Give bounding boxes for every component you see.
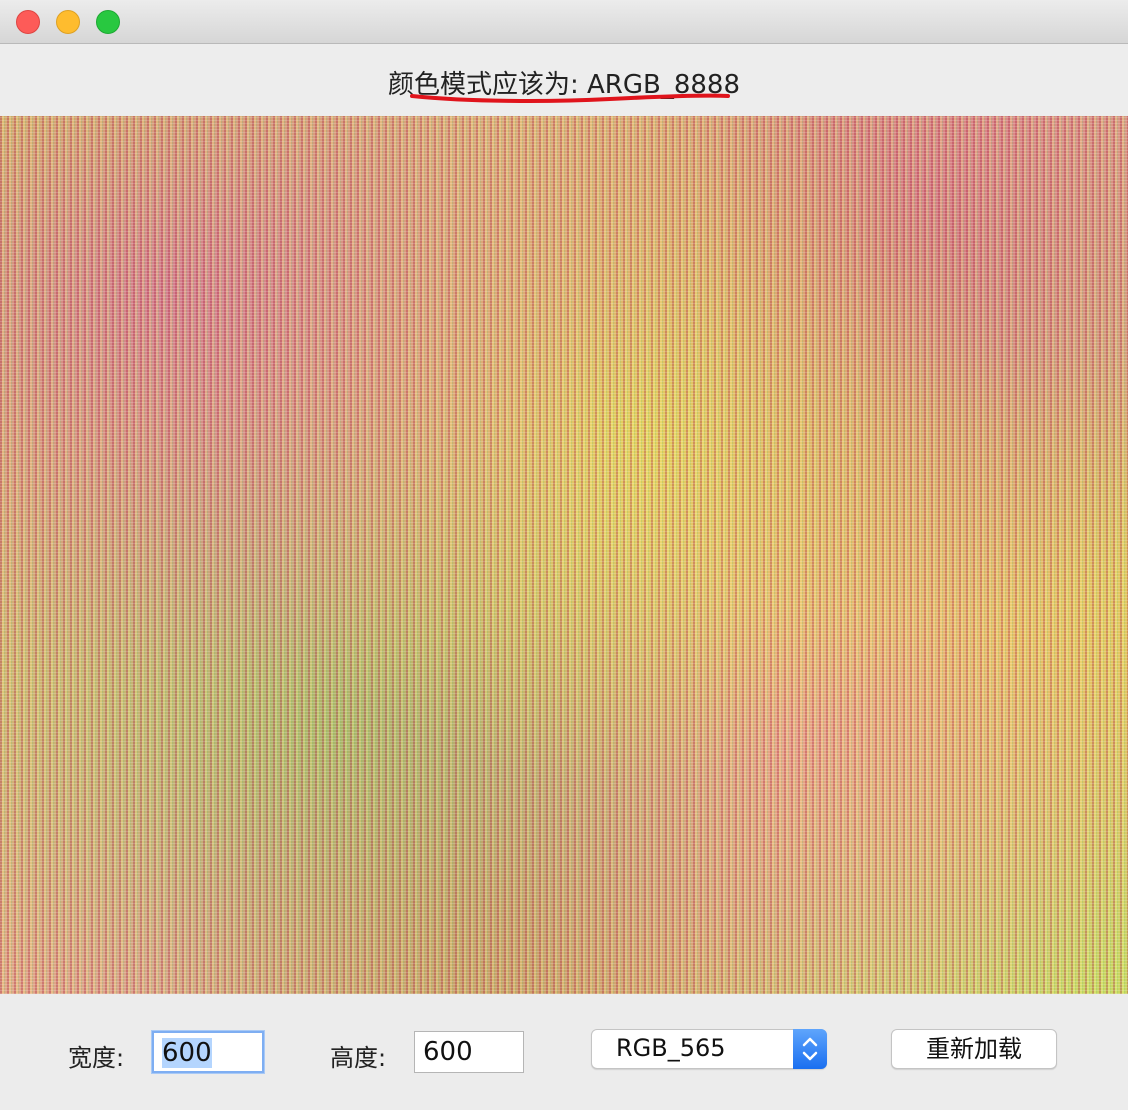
color-mode-select[interactable]: RGB_565: [591, 1029, 827, 1069]
color-mode-selected: RGB_565: [616, 1034, 726, 1062]
maximize-window-button[interactable]: [96, 10, 120, 34]
controls-bar: 宽度: 600 高度: 600 RGB_565 重新加载: [0, 994, 1128, 1110]
image-noise-layer: [0, 116, 1128, 994]
width-input[interactable]: 600: [152, 1031, 264, 1073]
width-input-value: 600: [162, 1038, 212, 1068]
decoded-image-preview: [0, 116, 1128, 994]
width-label: 宽度:: [68, 1044, 125, 1072]
height-label: 高度:: [330, 1044, 387, 1072]
title-bar: [0, 0, 1128, 44]
app-window: 颜色模式应该为: ARGB_8888 宽度: 600 高度: 600 RGB_5…: [0, 0, 1128, 1110]
close-window-button[interactable]: [16, 10, 40, 34]
red-underline-annotation: [410, 93, 730, 103]
select-stepper[interactable]: [793, 1029, 827, 1069]
chevron-up-down-icon: [802, 1037, 818, 1061]
minimize-window-button[interactable]: [56, 10, 80, 34]
height-input-value: 600: [423, 1037, 473, 1067]
height-input[interactable]: 600: [414, 1031, 524, 1073]
heading-area: 颜色模式应该为: ARGB_8888: [0, 44, 1128, 116]
reload-button[interactable]: 重新加载: [891, 1029, 1057, 1069]
